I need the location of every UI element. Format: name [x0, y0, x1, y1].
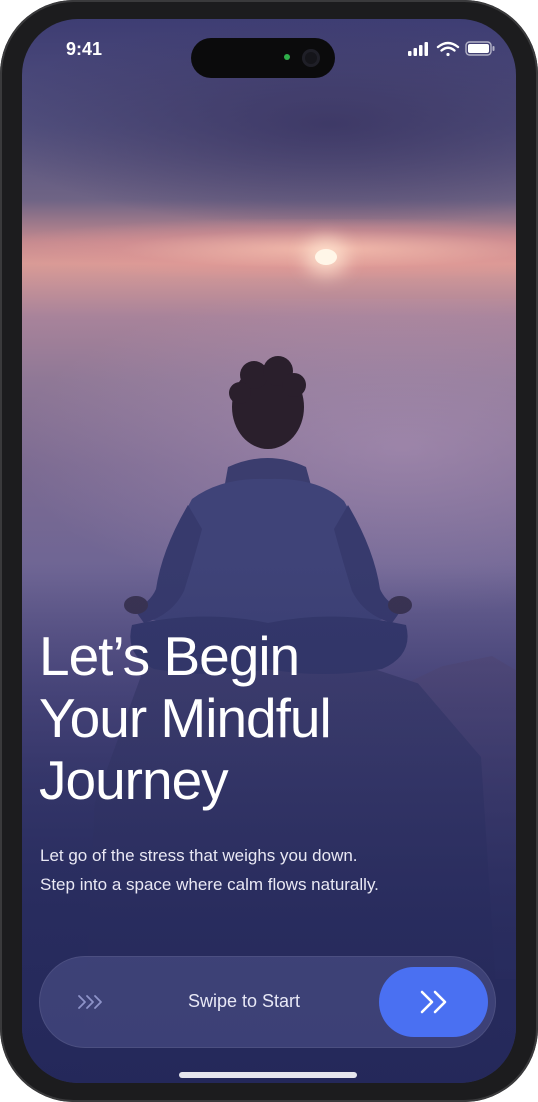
headline: Let’s Begin Your Mindful Journey [39, 625, 499, 811]
subtitle-line: Step into a space where calm flows natur… [40, 875, 379, 894]
swipe-handle[interactable] [379, 967, 488, 1037]
subtitle-line: Let go of the stress that weighs you dow… [40, 846, 358, 865]
swipe-to-start-slider[interactable]: Swipe to Start [39, 956, 496, 1048]
headline-line: Let’s Begin [39, 625, 300, 687]
onboarding-screen: 9:41 Let’s Begin Your Mindful Journey Le… [22, 19, 516, 1083]
status-icons [408, 39, 498, 59]
phone-frame: 9:41 Let’s Begin Your Mindful Journey Le… [0, 0, 538, 1102]
signal-icon [408, 42, 428, 56]
subtitle: Let go of the stress that weighs you dow… [40, 841, 480, 899]
dynamic-island [191, 38, 335, 78]
status-time: 9:41 [66, 39, 103, 59]
triple-chevron-right-icon [78, 995, 102, 1009]
camera-indicator-dot [284, 54, 290, 60]
headline-line: Your Mindful [39, 687, 332, 749]
double-chevron-right-icon [420, 990, 446, 1014]
battery-icon [465, 41, 495, 56]
swipe-label: Swipe to Start [187, 991, 301, 1011]
wifi-icon [436, 41, 460, 57]
home-indicator[interactable] [179, 1072, 357, 1078]
status-bar: 9:41 [22, 19, 516, 79]
headline-line: Journey [39, 749, 229, 811]
front-camera [302, 49, 320, 67]
